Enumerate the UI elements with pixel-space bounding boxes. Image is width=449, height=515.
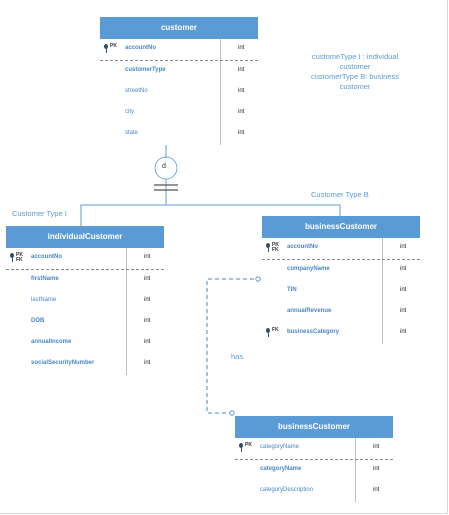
primary-foreign-key-icon: PK FK — [266, 242, 288, 256]
table-row[interactable]: annualRevenue int — [262, 302, 420, 323]
entity-individual-customer[interactable]: individualCustomer PK FK accountNo int fi… — [6, 226, 164, 375]
field-name: accountNo — [31, 254, 63, 260]
field-name: categoryName — [260, 444, 300, 450]
field-name: categoryDescription — [260, 487, 314, 493]
table-row[interactable]: lastName int — [6, 291, 164, 312]
table-row[interactable]: customerType int — [100, 61, 258, 82]
field-type: int — [144, 276, 151, 282]
field-type: int — [144, 339, 151, 345]
field-type: int — [373, 444, 380, 450]
field-type: int — [238, 109, 245, 115]
entity-title: customer — [100, 17, 258, 39]
primary-foreign-key-icon: PK FK — [10, 252, 32, 266]
field-type: int — [373, 466, 380, 472]
table-row[interactable]: streetNo int — [100, 82, 258, 103]
table-row[interactable]: PK FK accountNo int — [262, 238, 420, 260]
field-type: int — [238, 67, 245, 73]
table-row[interactable]: state int — [100, 124, 258, 145]
field-name: annualIncome — [31, 339, 72, 345]
entity-title: individualCustomer — [6, 226, 164, 248]
table-row[interactable]: PK accountNo int — [100, 39, 258, 61]
disjoint-symbol: d — [162, 163, 166, 170]
label-customer-type-i: Customer Type I — [12, 209, 67, 218]
field-type: int — [144, 318, 151, 324]
entity-customer[interactable]: customer PK accountNo int customerType i… — [100, 17, 258, 145]
has-relationship-line — [206, 278, 261, 414]
entity-title: businessCustomer — [262, 216, 420, 238]
field-name: accountNo — [125, 45, 157, 51]
field-type: int — [144, 254, 151, 260]
field-type: int — [373, 487, 380, 493]
table-row[interactable]: FK businessCategory int — [262, 323, 420, 344]
field-type: int — [238, 88, 245, 94]
entity-business-category[interactable]: businessCustomer PK categoryName int cat… — [235, 416, 393, 502]
field-name: businessCategory — [287, 329, 340, 335]
field-type: int — [144, 360, 151, 366]
field-name: accountNo — [287, 244, 319, 250]
customer-type-note: customeType I : individual customer cust… — [311, 52, 399, 91]
field-name: categoryName — [260, 466, 302, 472]
table-row[interactable]: socialSecurityNumber int — [6, 354, 164, 375]
foreign-key-icon: FK — [266, 327, 288, 341]
field-type: int — [400, 266, 407, 272]
table-row[interactable]: city int — [100, 103, 258, 124]
field-name: TIN — [287, 287, 297, 293]
primary-key-icon: PK — [104, 43, 126, 57]
entity-title: businessCustomer — [235, 416, 393, 438]
entity-business-customer[interactable]: businessCustomer PK FK accountNo int comp… — [262, 216, 420, 344]
field-type: int — [400, 287, 407, 293]
field-name: firstName — [31, 276, 59, 282]
table-row[interactable]: companyName int — [262, 260, 420, 281]
table-row[interactable]: categoryName int — [235, 460, 393, 481]
table-row[interactable]: annualIncome int — [6, 333, 164, 354]
primary-key-icon: PK — [239, 442, 261, 456]
table-row[interactable]: DOB int — [6, 312, 164, 333]
table-row[interactable]: categoryDescription int — [235, 481, 393, 502]
table-row[interactable]: TIN int — [262, 281, 420, 302]
table-row[interactable]: PK categoryName int — [235, 438, 393, 460]
field-name: DOB — [31, 318, 45, 324]
field-type: int — [400, 329, 407, 335]
table-row[interactable]: PK FK accountNo int — [6, 248, 164, 270]
has-start-marker — [229, 410, 235, 416]
field-name: companyName — [287, 266, 330, 272]
table-row[interactable]: firstName int — [6, 270, 164, 291]
field-name: streetNo — [125, 88, 148, 94]
disjoint-circle — [154, 156, 178, 180]
field-name: socialSecurityNumber — [31, 360, 95, 366]
field-name: customerType — [125, 67, 166, 73]
field-name: lastName — [31, 297, 57, 303]
field-name: annualRevenue — [287, 308, 332, 314]
field-type: int — [238, 130, 245, 136]
field-name: city — [125, 109, 134, 115]
field-type: int — [144, 297, 151, 303]
has-end-marker — [255, 276, 261, 282]
label-has: has — [231, 352, 244, 361]
field-name: state — [125, 130, 139, 136]
field-type: int — [400, 244, 407, 250]
field-type: int — [238, 45, 245, 51]
field-type: int — [400, 308, 407, 314]
label-customer-type-b: Customer Type B — [311, 190, 369, 199]
